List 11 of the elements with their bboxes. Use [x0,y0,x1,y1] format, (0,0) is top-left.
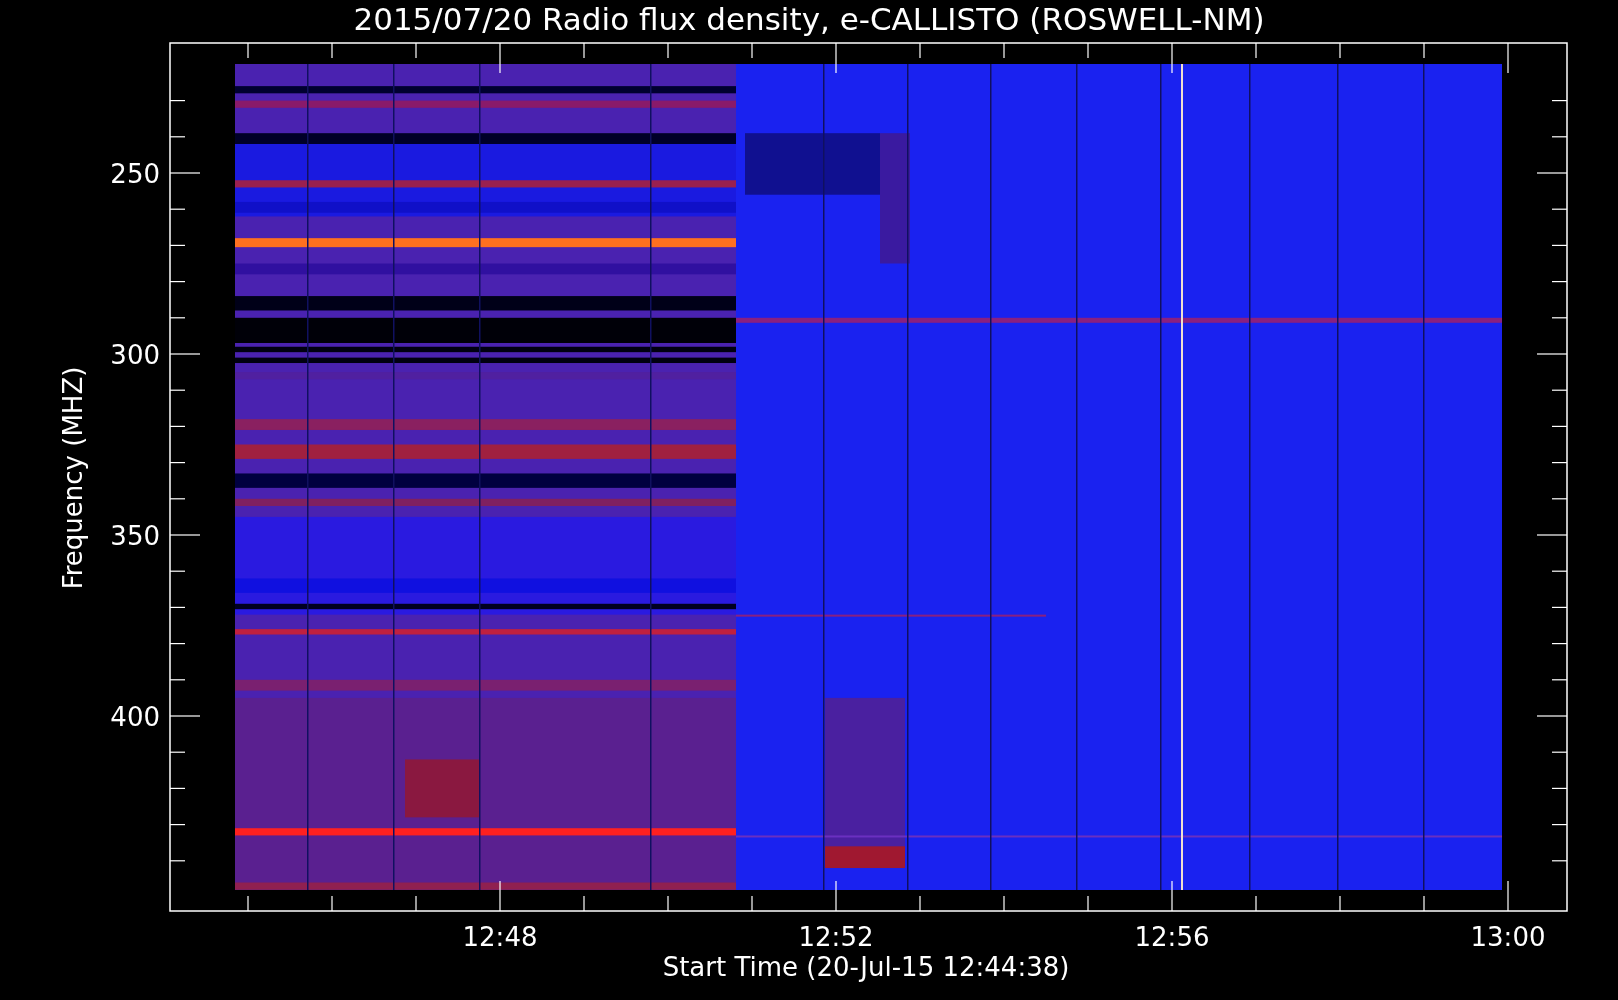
y-tick-label: 400 [110,702,160,732]
y-tick-label: 300 [110,340,160,370]
y-axis-label: Frequency (MHZ) [58,366,88,590]
plot-title: 2015/07/20 Radio flux density, e-CALLISTO (ROSWELL-NM) [353,1,1265,37]
y-tick-label: 250 [110,159,160,189]
x-axis-label: Start Time (20-Jul-15 12:44:38) [662,952,1070,982]
y-tick-label: 350 [110,521,160,551]
x-tick-label: 12:48 [462,922,538,952]
x-tick-label: 13:00 [1470,922,1546,952]
x-tick-label: 12:52 [798,922,874,952]
x-tick-label: 12:56 [1134,922,1210,952]
